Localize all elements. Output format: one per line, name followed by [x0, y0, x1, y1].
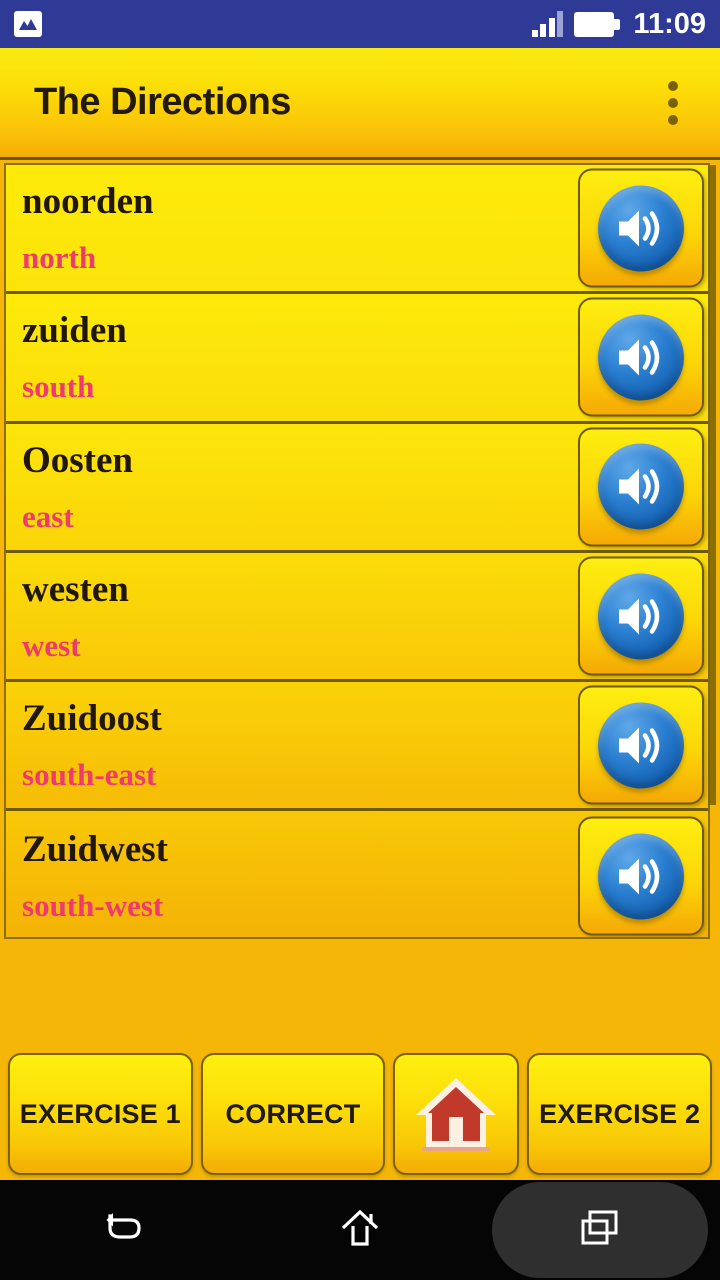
recent-apps-icon [577, 1205, 623, 1256]
word-list-row[interactable]: Zuidwest south-west [6, 811, 708, 937]
app-bar: The Directions [0, 48, 720, 160]
word-row-texts: noorden north [22, 165, 154, 291]
speaker-volume-icon [598, 573, 684, 660]
exercise-1-button[interactable]: EXERCISE 1 [8, 1053, 193, 1175]
speak-button[interactable] [578, 297, 704, 417]
bottom-button-bar: EXERCISE 1 CORRECT EXERCISE 2 [0, 1053, 720, 1175]
home-outline-icon [336, 1204, 384, 1257]
word-list-row[interactable]: Zuidoost south-east [6, 682, 708, 812]
nav-back-button[interactable] [0, 1180, 240, 1280]
speak-button[interactable] [578, 556, 704, 676]
nav-recents-button[interactable] [480, 1180, 720, 1280]
signal-bars-icon [531, 11, 564, 37]
word-row-texts: westen west [22, 553, 129, 679]
overflow-dot [668, 80, 678, 91]
word-native: Oosten [22, 439, 133, 481]
exercise-2-button[interactable]: EXERCISE 2 [527, 1053, 713, 1175]
page-title: The Directions [34, 81, 291, 123]
nav-home-button[interactable] [240, 1180, 480, 1280]
word-native: Zuidoost [22, 698, 162, 740]
overflow-menu-icon[interactable] [656, 71, 690, 135]
word-native: noorden [22, 181, 154, 223]
speak-button[interactable] [578, 685, 704, 805]
speaker-volume-icon [598, 443, 684, 530]
word-list-row[interactable]: Oosten east [6, 423, 708, 553]
word-translation: north [22, 240, 97, 276]
button-label: EXERCISE 2 [539, 1098, 701, 1129]
list-scrollbar[interactable] [708, 165, 716, 805]
word-row-texts: zuiden south [22, 294, 127, 420]
word-native: westen [22, 569, 129, 611]
correct-button[interactable]: CORRECT [200, 1053, 386, 1175]
word-row-texts: Zuidwest south-west [22, 811, 168, 937]
battery-full-icon [574, 11, 621, 37]
speaker-volume-icon [598, 314, 684, 401]
word-list-row[interactable]: noorden north [6, 165, 708, 295]
button-label: EXERCISE 1 [19, 1098, 181, 1129]
word-translation: south-west [22, 888, 164, 924]
status-bar: 11:09 [0, 0, 720, 48]
status-bar-indicators: 11:09 [531, 7, 706, 40]
button-label: CORRECT [225, 1098, 361, 1129]
speaker-volume-icon [598, 833, 684, 920]
word-row-texts: Oosten east [22, 424, 133, 550]
word-translation: south-east [22, 757, 157, 793]
speaker-volume-icon [598, 185, 684, 272]
overflow-dot [668, 97, 678, 108]
android-navigation-bar [0, 1180, 720, 1280]
speaker-volume-icon [598, 702, 684, 789]
status-bar-clock: 11:09 [633, 7, 706, 40]
word-row-texts: Zuidoost south-east [22, 682, 162, 808]
phone-screen: 11:09 The Directions noorden north zuiden s… [0, 0, 720, 1280]
status-bar-notifications [14, 11, 42, 37]
word-translation: south [22, 369, 95, 405]
speak-button[interactable] [578, 427, 704, 547]
house-icon [412, 1073, 500, 1155]
image-gallery-icon [14, 11, 42, 37]
word-translation: east [22, 498, 74, 534]
word-translation: west [22, 628, 81, 664]
back-arrow-icon [96, 1204, 144, 1257]
word-native: Zuidwest [22, 829, 168, 871]
speak-button[interactable] [578, 168, 704, 288]
speak-button[interactable] [578, 816, 704, 936]
home-button[interactable] [393, 1053, 520, 1175]
overflow-dot [668, 114, 678, 125]
word-list-row[interactable]: westen west [6, 552, 708, 683]
word-list-row[interactable]: zuiden south [6, 294, 708, 424]
word-native: zuiden [22, 310, 127, 352]
word-list[interactable]: noorden north zuiden south Oosten east westen w… [4, 163, 710, 939]
